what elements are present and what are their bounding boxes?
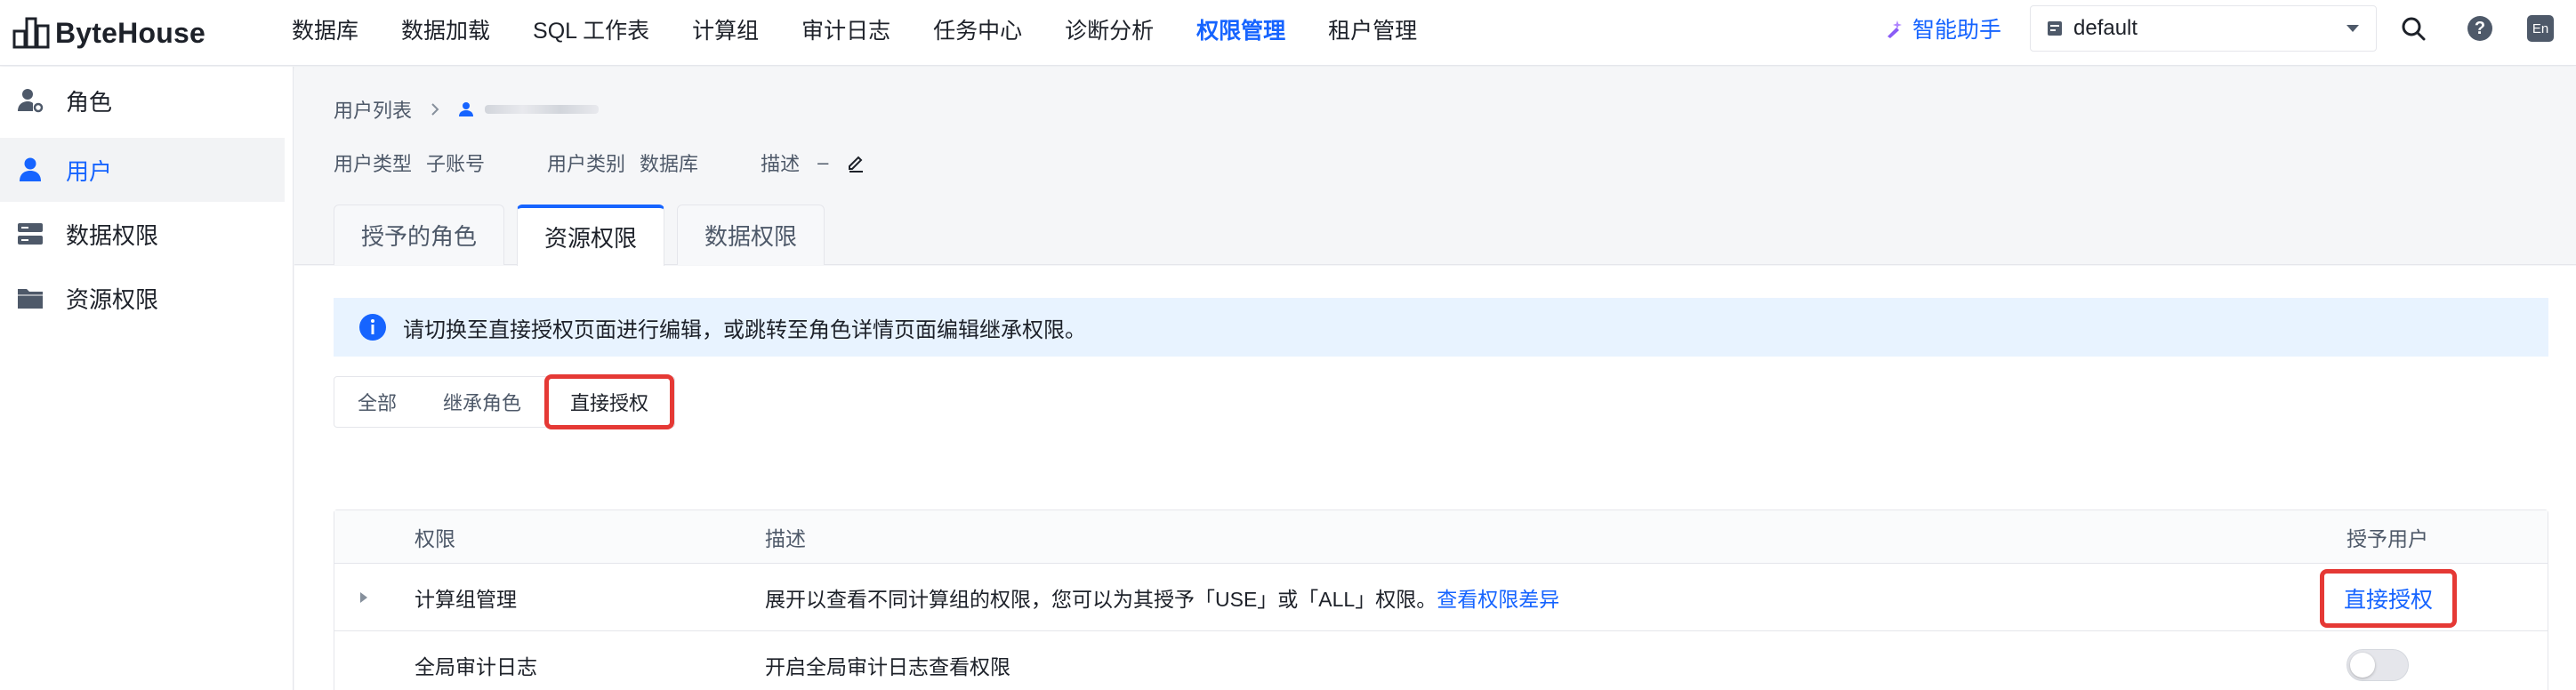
search-icon <box>2402 17 2426 41</box>
chevron-right-icon <box>431 103 439 116</box>
help-button[interactable]: ? <box>2466 14 2494 43</box>
redacted-username <box>485 105 600 114</box>
nav-item-compute-groups[interactable]: 计算组 <box>692 13 759 45</box>
table-row: 计算组管理 展开以查看不同计算组的权限，您可以为其授予「USE」或「ALL」权限… <box>334 564 2548 631</box>
permission-description: 开启全局审计日志查看权限 <box>765 655 1010 678</box>
sidebar-item-label: 角色 <box>66 88 113 116</box>
logo-text: ByteHouse <box>55 16 205 49</box>
view-permission-diff-link[interactable]: 查看权限差异 <box>1437 588 1559 611</box>
nav-item-diagnostics[interactable]: 诊断分析 <box>1065 13 1154 45</box>
expand-triangle-icon[interactable] <box>358 591 370 604</box>
filter-all[interactable]: 全部 <box>334 377 420 427</box>
assistant-label: 智能助手 <box>1912 18 2002 43</box>
direct-grant-link[interactable]: 直接授权 <box>2320 569 2458 628</box>
logo[interactable]: ByteHouse <box>12 12 205 53</box>
user-meta: 用户类型 子账号 用户类别 数据库 描述 – <box>334 148 865 177</box>
database-icon <box>2048 21 2062 36</box>
tab-resource-permissions[interactable]: 资源权限 <box>517 205 665 266</box>
info-icon <box>359 314 386 341</box>
nav-item-audit-log[interactable]: 审计日志 <box>801 13 890 45</box>
permissions-table: 权限 描述 授予用户 计算组管理 展开以查看不同计算组的权限，您可以为其授予「U… <box>334 509 2548 690</box>
top-nav-bar: ByteHouse 数据库 数据加载 SQL 工作表 计算组 审计日志 任务中心… <box>0 0 2576 66</box>
global-audit-log-toggle[interactable] <box>2347 649 2409 681</box>
nav-item-permissions[interactable]: 权限管理 <box>1196 13 1285 45</box>
workspace-select[interactable]: default <box>2030 5 2377 52</box>
nav-item-sql-worksheet[interactable]: SQL 工作表 <box>533 13 649 45</box>
description-label: 描述 <box>761 153 801 175</box>
user-type-value: 子账号 <box>426 153 486 175</box>
permission-description: 展开以查看不同计算组的权限，您可以为其授予「USE」或「ALL」权限。查看权限差… <box>765 582 1559 613</box>
sidebar-item-label: 数据权限 <box>66 221 159 249</box>
permission-filter-segment: 全部 继承角色 直接授权 <box>334 374 676 429</box>
filter-direct-grant[interactable]: 直接授权 <box>544 374 675 429</box>
description-text: 展开以查看不同计算组的权限，您可以为其授予「USE」或「ALL」权限。 <box>765 587 1437 611</box>
sidebar-item-users[interactable]: 用户 <box>0 138 285 202</box>
breadcrumb: 用户列表 <box>334 95 600 124</box>
permission-name: 全局审计日志 <box>415 655 537 678</box>
folder-icon <box>18 289 43 309</box>
table-row: 全局审计日志 开启全局审计日志查看权限 <box>334 631 2548 690</box>
sidebar-item-label: 用户 <box>66 157 113 185</box>
nav-item-task-center[interactable]: 任务中心 <box>933 13 1022 45</box>
header-permission: 权限 <box>415 526 455 550</box>
filter-inherited-roles[interactable]: 继承角色 <box>420 377 544 427</box>
nav-item-databases[interactable]: 数据库 <box>292 13 358 45</box>
user-type-label: 用户类型 <box>334 153 413 175</box>
user-icon <box>459 102 474 116</box>
sidebar-item-roles[interactable]: 角色 <box>0 68 285 132</box>
workspace-value: default <box>2073 16 2138 40</box>
info-banner: 请切换至直接授权页面进行编辑，或跳转至角色详情页面编辑继承权限。 <box>334 298 2548 357</box>
server-icon <box>18 223 43 245</box>
help-icon: ? <box>2467 16 2492 41</box>
toggle-knob <box>2350 653 2375 678</box>
chevron-down-icon <box>2347 25 2359 32</box>
language-button[interactable]: En <box>2526 14 2555 43</box>
sidebar-item-data-permissions[interactable]: 数据权限 <box>0 202 285 266</box>
user-header: 用户列表 用户类型 子账号 用户类别 数据库 描述 – 授予的角色 资源权限 数… <box>294 67 2576 266</box>
edit-icon[interactable] <box>846 153 865 172</box>
tab-bar: 授予的角色 资源权限 数据权限 <box>334 205 837 266</box>
nav-item-data-loading[interactable]: 数据加载 <box>401 13 490 45</box>
permission-name: 计算组管理 <box>415 587 517 611</box>
sidebar-item-resource-permissions[interactable]: 资源权限 <box>0 266 285 330</box>
tab-data-permissions[interactable]: 数据权限 <box>677 205 825 265</box>
table-header: 权限 描述 授予用户 <box>334 510 2548 564</box>
main-nav: 数据库 数据加载 SQL 工作表 计算组 审计日志 任务中心 诊断分析 权限管理… <box>292 0 1460 59</box>
sidebar: 角色 用户 数据权限 资源权限 <box>0 67 294 690</box>
user-category-label: 用户类别 <box>547 153 626 175</box>
info-banner-text: 请切换至直接授权页面进行编辑，或跳转至角色详情页面编辑继承权限。 <box>403 317 1086 342</box>
breadcrumb-user-list[interactable]: 用户列表 <box>334 95 412 124</box>
tab-panel: 请切换至直接授权页面进行编辑，或跳转至角色详情页面编辑继承权限。 全部 继承角色… <box>294 266 2576 690</box>
bytehouse-logo-icon <box>12 17 50 49</box>
main-content: 用户列表 用户类型 子账号 用户类别 数据库 描述 – 授予的角色 资源权限 数… <box>294 67 2576 690</box>
description-value: – <box>817 151 829 173</box>
magic-wand-icon <box>1888 20 1902 38</box>
tab-granted-roles[interactable]: 授予的角色 <box>334 205 505 265</box>
header-description: 描述 <box>765 526 806 550</box>
user-icon <box>20 157 41 181</box>
nav-item-tenant-management[interactable]: 租户管理 <box>1328 13 1417 45</box>
user-category-value: 数据库 <box>640 153 699 175</box>
header-granted-user: 授予用户 <box>2347 526 2428 550</box>
smart-assistant-button[interactable]: 智能助手 <box>1884 12 2001 44</box>
sidebar-item-label: 资源权限 <box>66 285 159 313</box>
language-label: En <box>2527 15 2554 42</box>
user-settings-icon <box>18 89 44 113</box>
search-button[interactable] <box>2399 14 2427 43</box>
